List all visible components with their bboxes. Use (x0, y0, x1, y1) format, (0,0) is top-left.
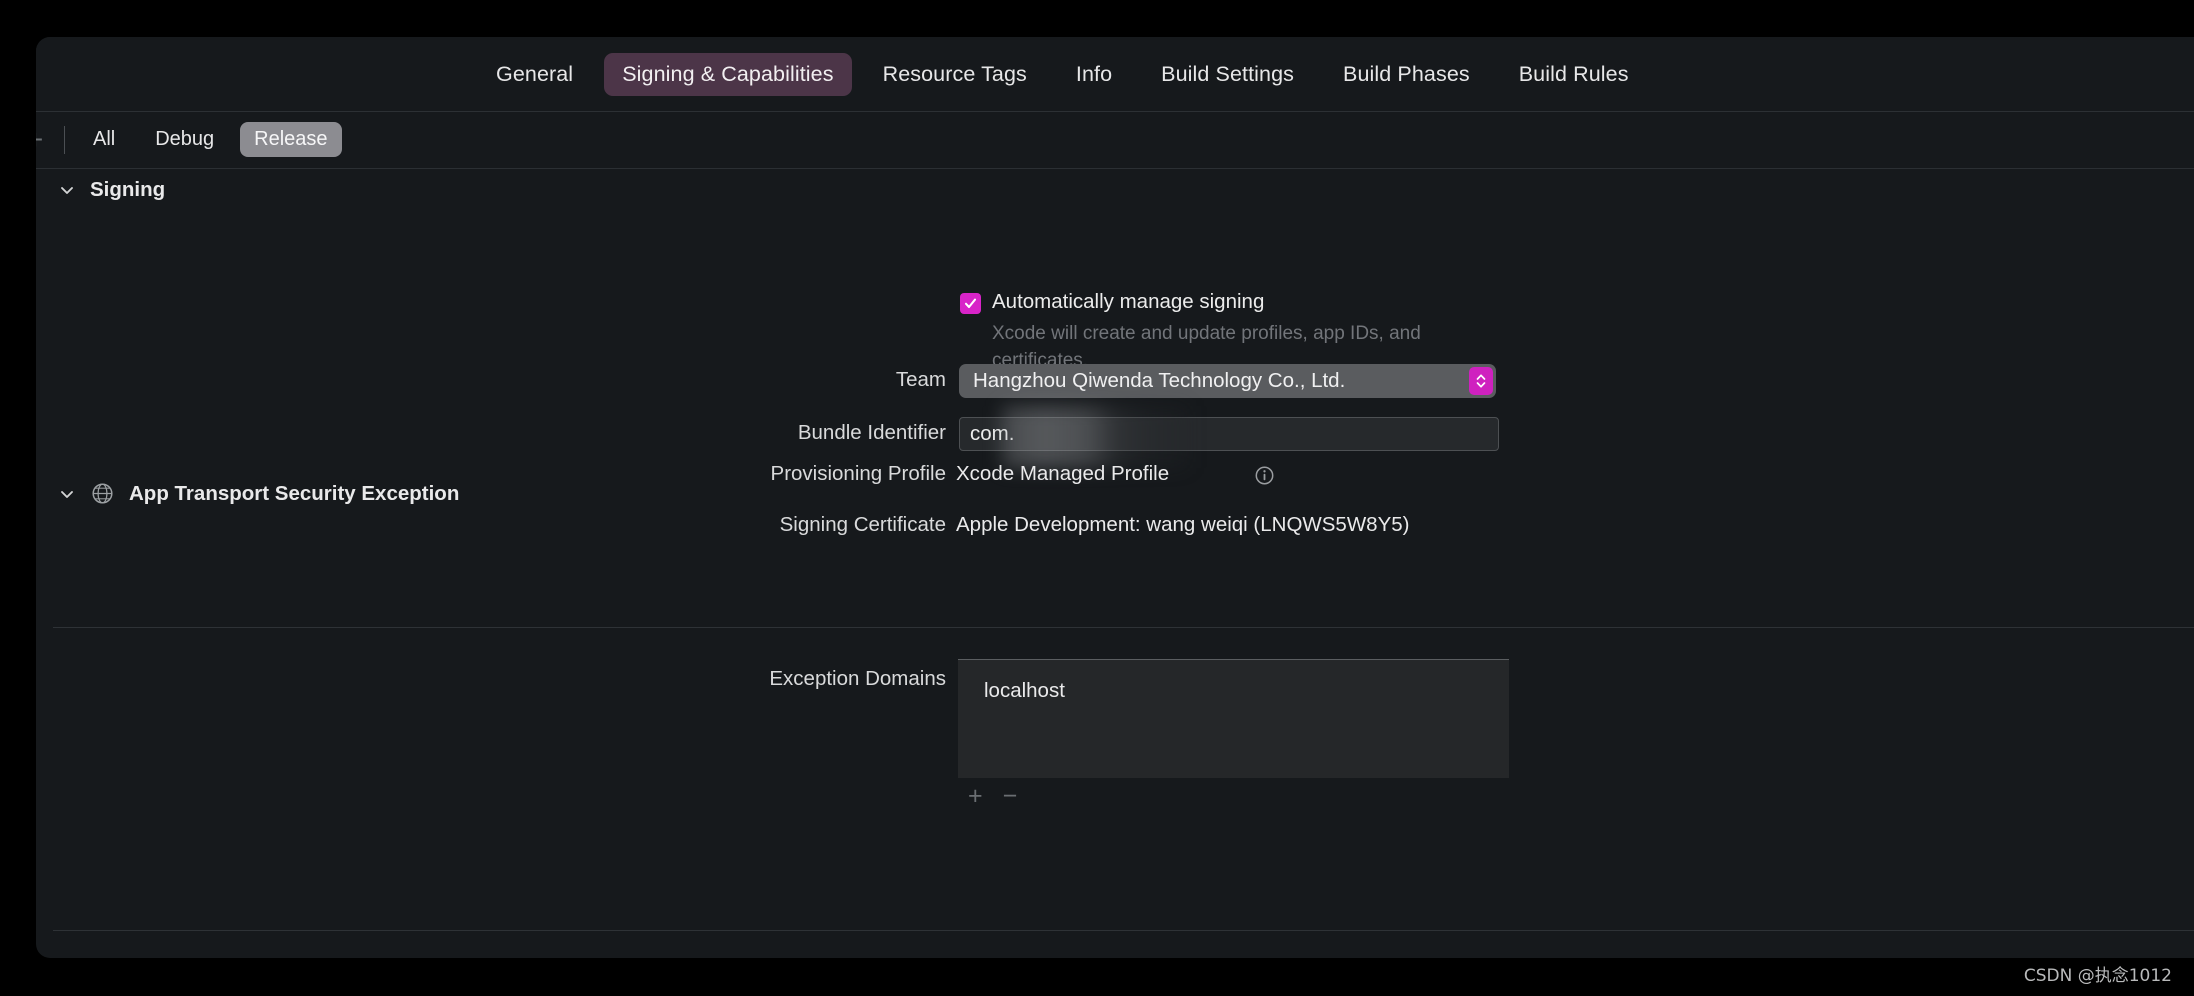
configuration-filter-bar: + All Debug Release (36, 111, 2194, 169)
chevron-down-icon[interactable] (58, 181, 76, 199)
tab-signing-and-capabilities[interactable]: Signing & Capabilities (604, 52, 852, 96)
tab-build-phases[interactable]: Build Phases (1325, 53, 1488, 96)
section-separator (53, 627, 2194, 628)
globe-icon (90, 481, 115, 506)
tab-resource-tags[interactable]: Resource Tags (865, 53, 1045, 96)
section-title-signing: Signing (90, 178, 166, 201)
editor-tab-bar: General Signing & Capabilities Resource … (36, 37, 2194, 112)
bottom-separator (53, 930, 2194, 931)
watermark: CSDN @执念1012 (2023, 966, 2172, 986)
config-filter-all[interactable]: All (79, 122, 129, 157)
tab-general[interactable]: General (478, 53, 591, 96)
section-header-signing[interactable]: Signing (58, 178, 165, 202)
section-title-app-transport-security: App Transport Security Exception (129, 481, 460, 505)
project-editor-window: General Signing & Capabilities Resource … (36, 37, 2194, 958)
config-filter-debug[interactable]: Debug (141, 122, 228, 157)
signing-certificate-value: Apple Development: wang weiqi (LNQWS5W8Y… (956, 513, 1410, 536)
exception-domains-controls: + − (968, 784, 1017, 809)
team-label: Team (895, 368, 946, 391)
team-popup-button[interactable]: Hangzhou Qiwenda Technology Co., Ltd. (959, 364, 1496, 398)
exception-domains-listbox[interactable]: localhost (958, 659, 1509, 778)
screen: General Signing & Capabilities Resource … (0, 0, 2194, 996)
tab-info[interactable]: Info (1058, 53, 1130, 96)
bundle-identifier-input[interactable]: com. (959, 417, 1499, 451)
info-icon[interactable] (1255, 466, 1274, 485)
bundle-identifier-value: com. (970, 422, 1015, 445)
config-filter-release[interactable]: Release (240, 122, 342, 157)
team-value: Hangzhou Qiwenda Technology Co., Ltd. (973, 369, 1346, 392)
section-header-app-transport-security[interactable]: App Transport Security Exception (58, 481, 459, 506)
signing-certificate-label: Signing Certificate (779, 513, 946, 536)
tab-build-settings[interactable]: Build Settings (1143, 53, 1312, 96)
add-capability-button[interactable]: + (36, 125, 52, 154)
configbar-divider (64, 125, 65, 154)
bundle-identifier-label: Bundle Identifier (797, 421, 946, 444)
list-item[interactable]: localhost (984, 679, 1065, 703)
automatically-manage-signing-label[interactable]: Automatically manage signing (992, 290, 1264, 314)
automatically-manage-signing-checkbox[interactable] (960, 293, 981, 314)
tab-build-rules[interactable]: Build Rules (1501, 53, 1647, 96)
add-domain-button[interactable]: + (968, 784, 983, 809)
exception-domains-label: Exception Domains (769, 667, 946, 690)
chevron-up-down-icon[interactable] (1469, 367, 1493, 395)
editor-content: Signing Automatically manage signing Xco… (36, 168, 2194, 958)
chevron-down-icon[interactable] (58, 485, 76, 503)
provisioning-profile-value: Xcode Managed Profile (956, 462, 1170, 485)
remove-domain-button[interactable]: − (1003, 784, 1018, 809)
provisioning-profile-label: Provisioning Profile (770, 462, 946, 485)
